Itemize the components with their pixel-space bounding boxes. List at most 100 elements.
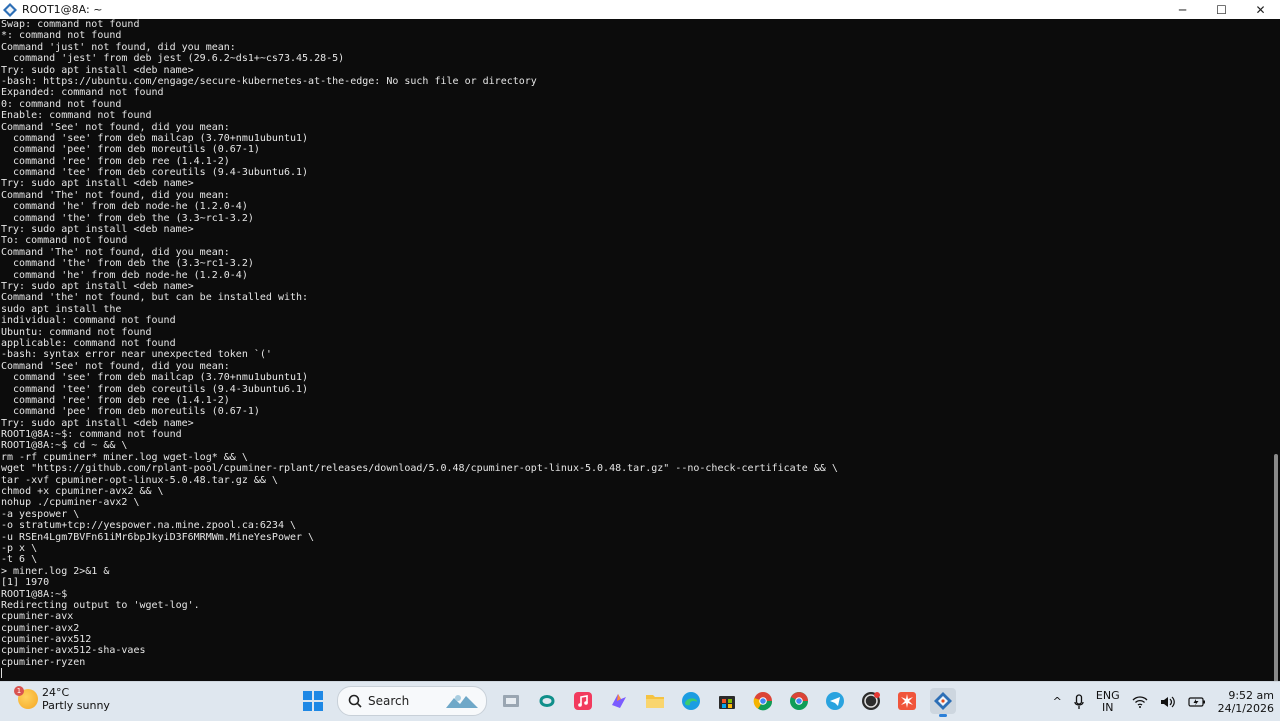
terminal-line: Command 'the' not found, but can be inst… (1, 292, 309, 304)
terminal-output[interactable]: Swap: command not found *: command not fo… (0, 19, 1270, 681)
window-titlebar: ROOT1@8A: ~ ─ ☐ ✕ (0, 0, 1280, 19)
terminal-line: ROOT1@8A:~$ cd ~ && \ (1, 440, 128, 452)
terminal-line: Swap: command not found (1, 19, 140, 30)
wifi-icon[interactable] (1132, 695, 1148, 708)
edge-browser-icon[interactable] (678, 688, 704, 714)
terminal-line: Try: sudo apt install <deb name> (1, 64, 194, 76)
copilot-icon[interactable] (606, 688, 632, 714)
terminal-line: command 'ree' from deb ree (1.4.1-2) (1, 155, 230, 167)
scrollbar-thumb[interactable] (1274, 454, 1278, 684)
weather-widget[interactable]: 1 24°C Partly sunny (14, 686, 110, 712)
taskbar-search[interactable]: Search (337, 686, 487, 716)
battery-icon[interactable] (1187, 696, 1206, 708)
terminal-line: command 'he' from deb node-he (1.2.0-4) (1, 269, 248, 281)
terminal-line: wget "https://github.com/rplant-pool/cpu… (1, 463, 838, 475)
git-bash-terminal-icon[interactable] (930, 688, 956, 717)
terminal-line: applicable: command not found (1, 337, 176, 349)
windows-icon (303, 691, 323, 711)
terminal-line: tar -xvf cpuminer-opt-linux-5.0.48.tar.g… (1, 474, 278, 486)
store-app-icon[interactable] (714, 688, 740, 714)
weather-sun-icon: 1 (14, 686, 38, 709)
terminal-line: cpuminer-ryzen (1, 656, 86, 668)
terminal-line: ROOT1@8A:~$ (1, 588, 68, 600)
volume-icon[interactable] (1160, 696, 1176, 708)
task-view-icon[interactable] (498, 688, 524, 714)
terminal-line: command 'tee' from deb coreutils (9.4-3u… (1, 167, 309, 179)
terminal-line: sudo apt install the (1, 303, 122, 315)
language-indicator[interactable]: ENG IN (1095, 688, 1120, 714)
terminal-prompt-line[interactable] (1, 668, 838, 679)
copilot-app-icon[interactable] (534, 688, 560, 714)
clock[interactable]: 9:52 am 24/1/2026 (1218, 689, 1274, 715)
close-button[interactable]: ✕ (1241, 0, 1280, 19)
clock-time: 9:52 am (1228, 688, 1274, 702)
terminal-line: -a yespower \ (1, 508, 80, 520)
file-explorer-icon[interactable] (642, 688, 668, 714)
chrome-browser-icon[interactable] (750, 688, 776, 714)
terminal-line: -t 6 \ (1, 554, 38, 566)
language-region: IN (1102, 700, 1114, 714)
terminal-line: Command 'just' not found, did you mean: (1, 41, 236, 53)
terminal-line: Try: sudo apt install <deb name> (1, 178, 194, 190)
terminal-line: -u RSEn4Lgm7BVFn61iMr6bpJkyiD3F6MRMWm.Mi… (1, 531, 315, 543)
terminal-line: command 'pee' from deb moreutils (0.67-1… (1, 144, 260, 156)
terminal-line: [1] 1970 (1, 577, 50, 589)
window-title: ROOT1@8A: ~ (22, 3, 103, 16)
terminal-scrollbar[interactable] (1270, 19, 1280, 684)
terminal-line: command 'tee' from deb coreutils (9.4-3u… (1, 383, 309, 395)
terminal-line: Command 'See' not found, did you mean: (1, 121, 230, 133)
burst-app-icon[interactable] (894, 688, 920, 714)
terminal-line: Command 'See' not found, did you mean: (1, 360, 230, 372)
weather-temp: 24°C (42, 686, 70, 699)
terminal-line: cpuminer-avx (1, 611, 74, 623)
terminal-line: command 'the' from deb the (3.3~rc1-3.2) (1, 258, 254, 270)
terminal-line: -bash: syntax error near unexpected toke… (1, 349, 272, 361)
terminal-line: cpuminer-avx2 (1, 622, 80, 634)
terminal-line: command 'jest' from deb jest (29.6.2~ds1… (1, 53, 345, 65)
terminal-line: ROOT1@8A:~$: command not found (1, 429, 182, 441)
music-app-icon[interactable] (570, 688, 596, 714)
terminal-line: cpuminer-avx512 (1, 634, 92, 646)
search-label: Search (368, 694, 410, 708)
terminal-line: Expanded: command not found (1, 87, 164, 99)
terminal-line: command 'he' from deb node-he (1.2.0-4) (1, 201, 248, 213)
minimize-button[interactable]: ─ (1163, 0, 1202, 19)
tray-chevron-icon[interactable]: ^ (1053, 695, 1062, 708)
terminal-line: Ubuntu: command not found (1, 326, 152, 338)
taskbar: 1 24°C Partly sunny Search ^ ENG IN 9:52… (0, 681, 1280, 721)
terminal-line: > miner.log 2>&1 & (1, 565, 110, 577)
microphone-icon[interactable] (1074, 693, 1084, 710)
terminal-line: 0: command not found (1, 98, 122, 110)
terminal-line: -bash: https://ubuntu.com/engage/secure-… (1, 75, 537, 87)
weather-desc: Partly sunny (42, 699, 110, 712)
terminal-line: Redirecting output to 'wget-log'. (1, 599, 200, 611)
chrome-profile-icon[interactable] (786, 688, 812, 714)
terminal-line: Try: sudo apt install <deb name> (1, 224, 194, 236)
maximize-button[interactable]: ☐ (1202, 0, 1241, 19)
terminal-line: individual: command not found (1, 315, 176, 327)
terminal-line: Try: sudo apt install <deb name> (1, 417, 194, 429)
terminal-line: -p x \ (1, 542, 38, 554)
terminal-lines: Swap: command not found *: command not fo… (1, 19, 838, 680)
terminal-line: Enable: command not found (1, 110, 152, 122)
terminal-app-icon (3, 2, 17, 17)
obs-app-icon[interactable] (858, 688, 884, 714)
terminal-line: nohup ./cpuminer-avx2 \ (1, 497, 140, 509)
language-code: ENG (1095, 688, 1120, 702)
clock-date: 24/1/2026 (1217, 701, 1274, 715)
terminal-line: Command 'The' not found, did you mean: (1, 189, 230, 201)
terminal-line: chmod +x cpuminer-avx2 && \ (1, 486, 164, 498)
terminal-line: command 'see' from deb mailcap (3.70+nmu… (1, 372, 309, 384)
terminal-line: Command 'The' not found, did you mean: (1, 246, 230, 258)
terminal-line: *: command not found (1, 30, 122, 42)
start-button[interactable] (300, 688, 326, 714)
search-highlight-icon (446, 695, 478, 708)
text-cursor (1, 668, 2, 679)
search-icon (348, 694, 362, 708)
terminal-line: command 'pee' from deb moreutils (0.67-1… (1, 406, 260, 418)
terminal-line: To: command not found (1, 235, 128, 247)
system-tray: ^ ENG IN 9:52 am 24/1/2026 (1047, 682, 1280, 721)
telegram-app-icon[interactable] (822, 688, 848, 714)
terminal-line: command 'the' from deb the (3.3~rc1-3.2) (1, 212, 254, 224)
terminal-line: command 'ree' from deb ree (1.4.1-2) (1, 394, 230, 406)
